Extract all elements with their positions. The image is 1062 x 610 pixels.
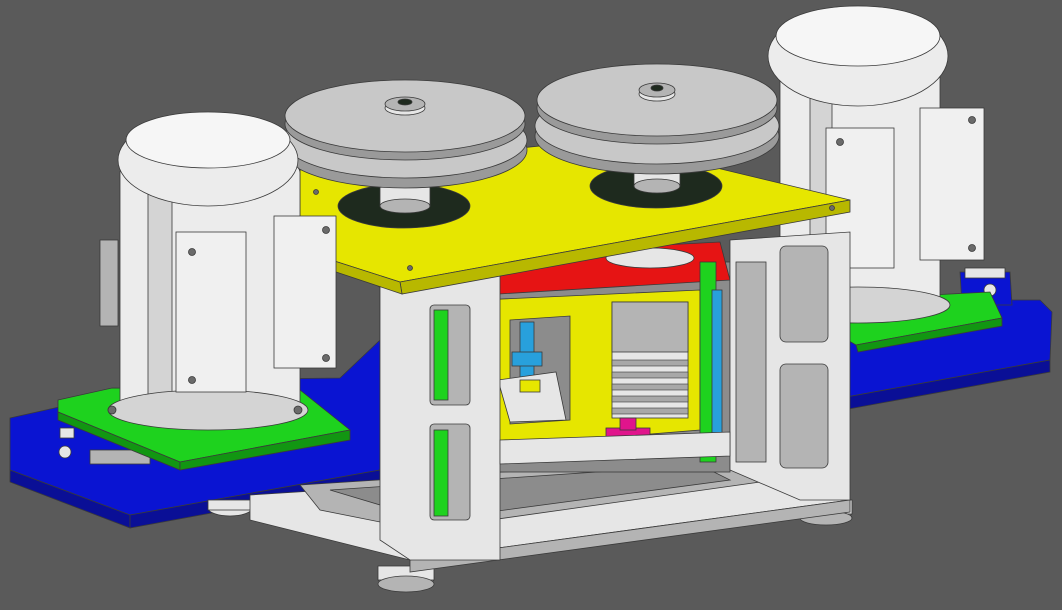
cad-model-render — [0, 0, 1062, 610]
cad-viewport[interactable] — [0, 0, 1062, 610]
